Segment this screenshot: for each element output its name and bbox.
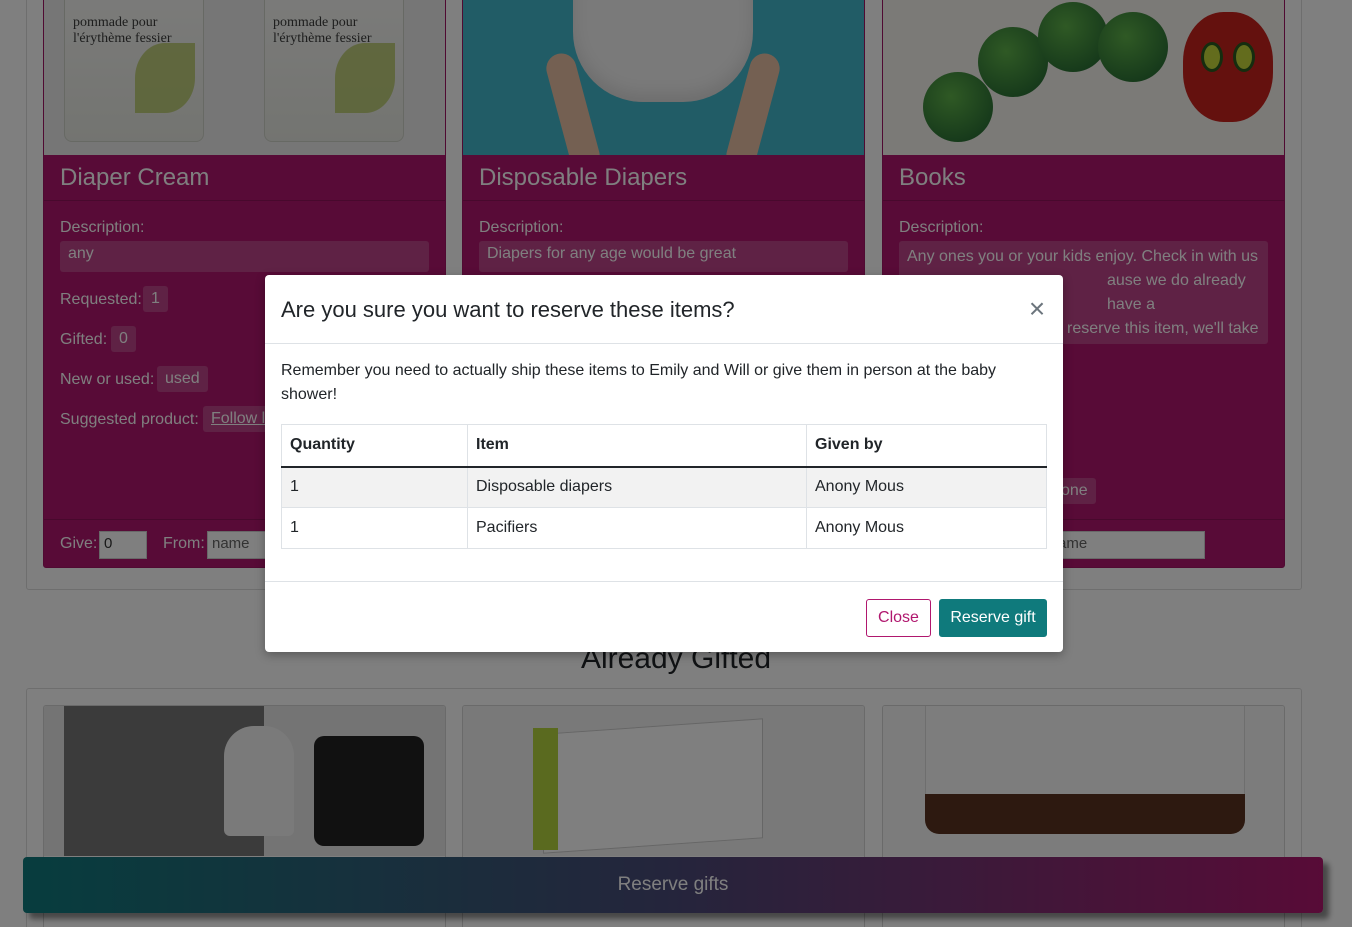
modal-message: Remember you need to actually ship these…	[281, 362, 997, 403]
quantity-cell: 1	[281, 466, 468, 508]
reserve-gift-button[interactable]: Reserve gift	[939, 599, 1047, 637]
modal-header: Are you sure you want to reserve these i…	[265, 275, 1063, 344]
modal-body: Remember you need to actually ship these…	[281, 359, 1047, 549]
given-by-cell: Anony Mous	[806, 507, 1047, 549]
modal-footer: Close Reserve gift	[265, 581, 1063, 652]
column-header-given-by: Given by	[806, 424, 1047, 468]
table-row: 1 Pacifiers Anony Mous	[281, 507, 1047, 549]
column-header-item: Item	[467, 424, 807, 468]
table-row: 1 Disposable diapers Anony Mous	[281, 466, 1047, 508]
page: pommade pour l'érythème fessier pommade …	[0, 0, 1352, 927]
item-cell: Disposable diapers	[467, 466, 807, 508]
close-icon[interactable]: ×	[1023, 295, 1051, 323]
reservation-table: Quantity Item Given by 1 Disposable diap…	[281, 424, 1047, 549]
quantity-cell: 1	[281, 507, 468, 549]
close-button[interactable]: Close	[866, 599, 931, 637]
given-by-cell: Anony Mous	[806, 466, 1047, 508]
table-header-row: Quantity Item Given by	[281, 424, 1047, 468]
modal-title: Are you sure you want to reserve these i…	[281, 297, 735, 322]
reserve-confirmation-modal: Are you sure you want to reserve these i…	[265, 275, 1063, 652]
item-cell: Pacifiers	[467, 507, 807, 549]
column-header-quantity: Quantity	[281, 424, 468, 468]
